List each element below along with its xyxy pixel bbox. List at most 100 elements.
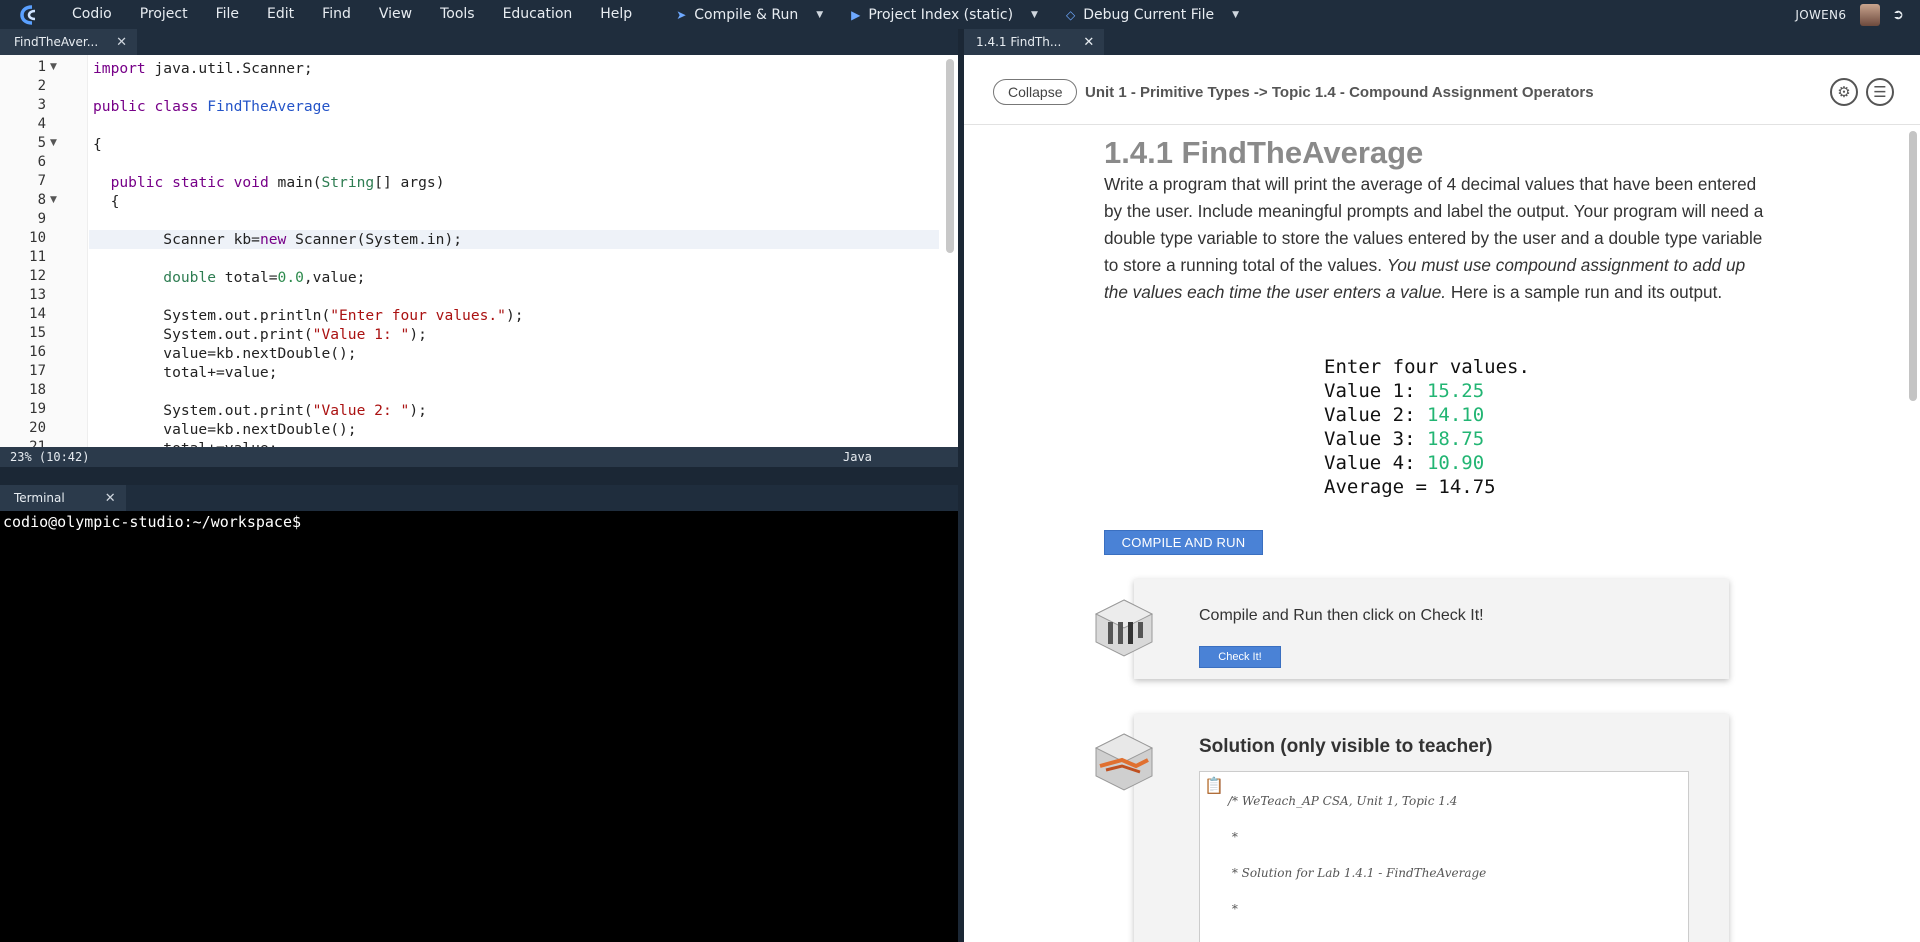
solution-icon — [1094, 733, 1154, 791]
logout-icon[interactable]: ➲ — [1892, 7, 1904, 23]
project-index-button[interactable]: ▶ Project Index (static) ▼ — [841, 7, 1048, 23]
line-number: 9 — [37, 211, 46, 227]
code-line: System.out.print("Value 1: "); — [93, 326, 427, 343]
guide-tab[interactable]: 1.4.1 FindTh... ✕ — [964, 29, 1105, 55]
guide-content: 1.4.1 FindTheAverage Write a program tha… — [964, 125, 1920, 942]
sample-line: Value 3: 18.75 — [1324, 428, 1485, 450]
menu-codio[interactable]: Codio — [58, 0, 126, 29]
menu-edit[interactable]: Edit — [253, 0, 308, 29]
check-card: Compile and Run then click on Check It! … — [1094, 579, 1729, 679]
compile-and-run-button[interactable]: COMPILE AND RUN — [1104, 530, 1263, 555]
solution-title: Solution (only visible to teacher) — [1199, 736, 1493, 757]
compile-run-button[interactable]: ➤ Compile & Run ▼ — [666, 7, 833, 23]
cursor-position: 23% (10:42) — [10, 450, 90, 464]
menu-tools[interactable]: Tools — [426, 0, 489, 29]
code-line: total+=value; — [93, 364, 278, 381]
chevron-down-icon[interactable]: ▼ — [1031, 10, 1038, 20]
list-icon[interactable]: ☰ — [1866, 78, 1894, 106]
line-number: 8 — [37, 192, 46, 208]
line-number: 6 — [37, 154, 46, 170]
line-number: 11 — [29, 249, 46, 265]
line-number: 15 — [29, 325, 46, 341]
close-icon[interactable]: ✕ — [116, 35, 127, 50]
sample-output: Enter four values. Value 1: 15.25 Value … — [1324, 355, 1530, 499]
play-icon: ▶ — [851, 7, 861, 22]
guide-tab-label: 1.4.1 FindTh... — [976, 35, 1062, 49]
editor-tabbar: FindTheAver... ✕ — [0, 29, 958, 55]
code-line: import java.util.Scanner; — [93, 60, 313, 77]
check-it-button[interactable]: Check It! — [1199, 646, 1281, 668]
editor-tab-label: FindTheAver... — [14, 35, 99, 49]
solution-line: * — [1228, 902, 1238, 916]
menu-help[interactable]: Help — [586, 0, 646, 29]
code-editor[interactable]: 1 ▼ 2 3 4 5 ▼ 6 7 8 ▼ 9 10 11 12 13 14 1… — [0, 55, 958, 447]
line-number: 7 — [37, 173, 46, 189]
username[interactable]: JOWEN6 — [1795, 8, 1846, 22]
compile-run-label: Compile & Run — [694, 6, 799, 23]
line-number: 18 — [29, 382, 46, 398]
sample-line: Average = 14.75 — [1324, 476, 1496, 498]
line-number: 12 — [29, 268, 46, 284]
editor-statusbar: 23% (10:42) Java — [0, 447, 958, 467]
solution-line: /* WeTeach_AP CSA, Unit 1, Topic 1.4 — [1228, 794, 1458, 808]
code-line: total+=value; — [93, 439, 277, 447]
clipboard-icon[interactable]: 📋 — [1204, 776, 1224, 798]
close-icon[interactable]: ✕ — [105, 491, 116, 506]
fold-arrow-icon[interactable]: ▼ — [50, 195, 57, 205]
editor-tab[interactable]: FindTheAver... ✕ — [0, 29, 138, 55]
line-number: 21 — [29, 439, 46, 447]
code-line: public class FindTheAverage — [93, 98, 331, 115]
line-number: 1 — [37, 59, 46, 75]
code-line: value=kb.nextDouble(); — [93, 345, 357, 362]
terminal[interactable]: codio@olympic-studio:~/workspace$ — [0, 511, 958, 942]
menu-education[interactable]: Education — [489, 0, 587, 29]
sample-line: Value 1: 15.25 — [1324, 380, 1485, 402]
code-line: { — [93, 136, 102, 153]
code-line: value=kb.nextDouble(); — [93, 421, 357, 438]
page-description: Write a program that will print the aver… — [1104, 171, 1764, 306]
menu-find[interactable]: Find — [308, 0, 365, 29]
chevron-down-icon[interactable]: ▼ — [1232, 10, 1239, 20]
line-number: 2 — [37, 78, 46, 94]
chevron-down-icon[interactable]: ▼ — [816, 10, 823, 20]
solution-line: * Solution for Lab 1.4.1 - FindTheAverag… — [1228, 866, 1487, 880]
language-indicator[interactable]: Java — [843, 450, 872, 464]
debug-icon: ◇ — [1065, 7, 1076, 22]
guide-scrollbar[interactable] — [1909, 131, 1917, 401]
debug-file-button[interactable]: ◇ Debug Current File ▼ — [1056, 7, 1249, 23]
guide-header: Collapse Unit 1 - Primitive Types -> Top… — [964, 55, 1920, 125]
collapse-button[interactable]: Collapse — [993, 79, 1078, 105]
left-pane: FindTheAver... ✕ 1 ▼ 2 3 4 5 ▼ 6 7 8 ▼ 9… — [0, 29, 958, 942]
codio-logo-icon[interactable] — [18, 4, 44, 25]
line-number: 16 — [29, 344, 46, 360]
gear-icon[interactable]: ⚙ — [1830, 78, 1858, 106]
editor-scrollbar[interactable] — [946, 59, 954, 253]
rocket-icon: ➤ — [676, 7, 687, 22]
description-text-end: Here is a sample run and its output. — [1446, 282, 1723, 302]
menu-file[interactable]: File — [202, 0, 253, 29]
line-number: 19 — [29, 401, 46, 417]
code-line: System.out.println("Enter four values.")… — [93, 307, 524, 324]
terminal-tab-label: Terminal — [14, 491, 65, 505]
terminal-prompt: codio@olympic-studio:~/workspace$ — [3, 513, 302, 531]
line-number: 13 — [29, 287, 46, 303]
menu-view[interactable]: View — [365, 0, 426, 29]
code-line: System.out.print("Value 2: "); — [93, 402, 427, 419]
avatar[interactable] — [1860, 3, 1881, 26]
menu-project[interactable]: Project — [126, 0, 202, 29]
menubar: Codio Project File Edit Find View Tools … — [0, 0, 1920, 29]
debug-file-label: Debug Current File — [1083, 6, 1215, 23]
fold-arrow-icon[interactable]: ▼ — [50, 62, 57, 72]
guide-pane: 1.4.1 FindTh... ✕ Collapse Unit 1 - Prim… — [964, 29, 1920, 942]
code-text[interactable]: import java.util.Scanner; public class F… — [89, 55, 943, 447]
line-number: 10 — [29, 230, 46, 246]
line-gutter: 1 ▼ 2 3 4 5 ▼ 6 7 8 ▼ 9 10 11 12 13 14 1… — [0, 55, 88, 447]
check-assessment-icon — [1094, 599, 1154, 657]
solution-code-box: 📋 /* WeTeach_AP CSA, Unit 1, Topic 1.4 *… — [1199, 771, 1689, 942]
line-number: 5 — [37, 135, 46, 151]
close-icon[interactable]: ✕ — [1083, 35, 1094, 50]
code-line: public static void main(String[] args) — [110, 174, 445, 191]
terminal-tab[interactable]: Terminal ✕ — [0, 485, 126, 511]
fold-arrow-icon[interactable]: ▼ — [50, 138, 57, 148]
line-number: 4 — [37, 116, 46, 132]
